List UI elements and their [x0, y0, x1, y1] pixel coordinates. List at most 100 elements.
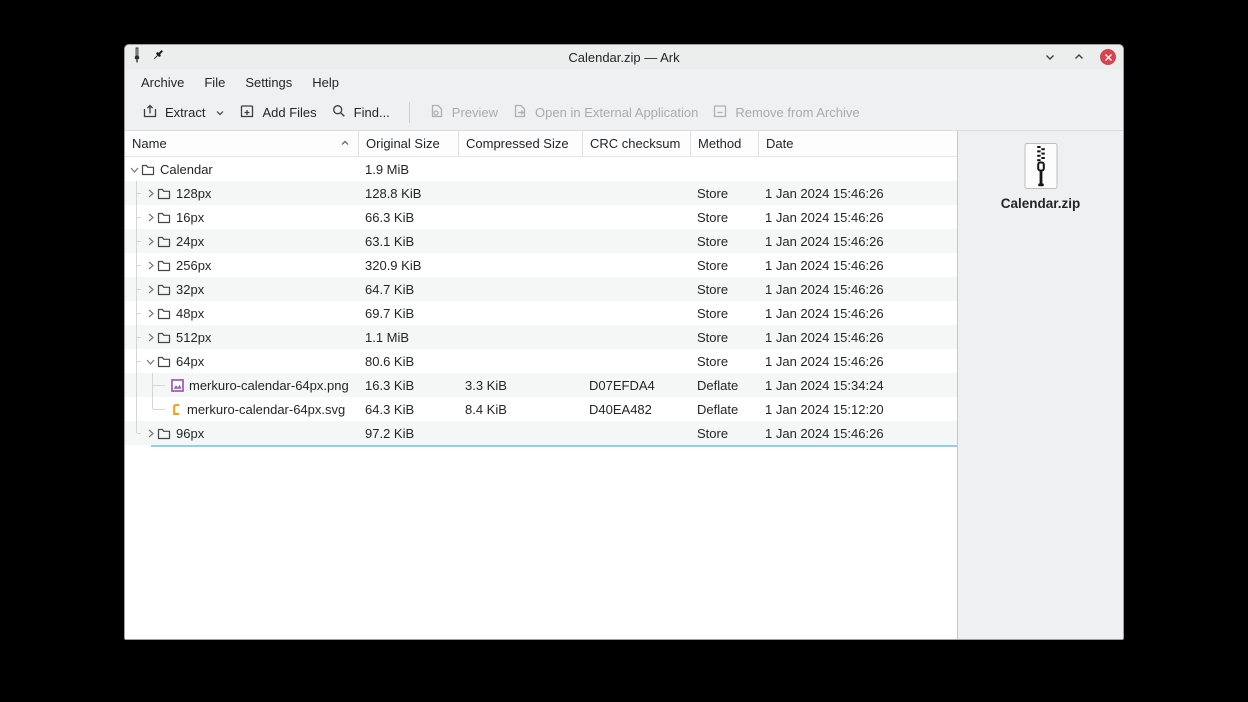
- chevron-right-icon[interactable]: [143, 284, 157, 295]
- entry-compressed-size: [458, 205, 582, 229]
- table-row[interactable]: merkuro-calendar-64px.png 16.3 KiB 3.3 KiB…: [125, 373, 957, 397]
- entry-name-cell[interactable]: 512px: [125, 325, 358, 349]
- folder-icon: [157, 355, 171, 368]
- table-row[interactable]: 64px 80.6 KiB Store 1 Jan 2024 15:46:26: [125, 349, 957, 373]
- entry-name-cell[interactable]: 32px: [125, 277, 358, 301]
- entry-name-cell[interactable]: merkuro-calendar-64px.png: [125, 373, 358, 397]
- entry-name-label: 32px: [176, 281, 205, 297]
- chevron-right-icon[interactable]: [143, 212, 157, 223]
- entry-name-cell[interactable]: 64px: [125, 349, 358, 373]
- folder-icon: [157, 187, 171, 200]
- tree-guide-line: [137, 265, 141, 266]
- entry-method: Store: [697, 353, 729, 369]
- chevron-right-icon[interactable]: [143, 332, 157, 343]
- table-body: Calendar 1.9 MiB 128px 128.8 KiB Store 1 Jan …: [125, 157, 957, 445]
- table-row[interactable]: 256px 320.9 KiB Store 1 Jan 2024 15:46:26: [125, 253, 957, 277]
- menu-help[interactable]: Help: [302, 72, 349, 93]
- folder-icon: [157, 307, 171, 320]
- find-button[interactable]: Find...: [324, 98, 397, 127]
- entry-method: Store: [697, 185, 729, 201]
- entry-name-label: 48px: [176, 305, 205, 321]
- entry-original-size: 16.3 KiB: [365, 377, 415, 393]
- preview-button[interactable]: Preview: [422, 98, 505, 127]
- add-files-label: Add Files: [262, 105, 317, 120]
- chevron-down-icon[interactable]: [127, 164, 141, 175]
- table-row[interactable]: 96px 97.2 KiB Store 1 Jan 2024 15:46:26: [125, 421, 957, 445]
- entry-name-cell[interactable]: 128px: [125, 181, 358, 205]
- tree-guide-line: [137, 193, 141, 194]
- entry-date: 1 Jan 2024 15:46:26: [765, 305, 884, 321]
- chevron-down-icon[interactable]: [143, 356, 157, 367]
- menu-archive[interactable]: Archive: [131, 72, 194, 93]
- extract-button[interactable]: Extract: [135, 98, 232, 127]
- entry-date: 1 Jan 2024 15:46:26: [765, 257, 884, 273]
- open-external-button[interactable]: Open in External Application: [505, 98, 705, 127]
- add-files-button[interactable]: Add Files: [232, 98, 323, 127]
- table-row[interactable]: 128px 128.8 KiB Store 1 Jan 2024 15:46:26: [125, 181, 957, 205]
- tree-guide-line: [137, 313, 141, 314]
- entry-method: Store: [697, 329, 729, 345]
- tree-guide-line: [137, 241, 141, 242]
- table-row[interactable]: 24px 63.1 KiB Store 1 Jan 2024 15:46:26: [125, 229, 957, 253]
- table-row[interactable]: 512px 1.1 MiB Store 1 Jan 2024 15:46:26: [125, 325, 957, 349]
- archive-tree-view[interactable]: Name Original Size Compressed Size CRC c…: [125, 131, 957, 639]
- entry-original-size: 64.3 KiB: [365, 401, 415, 417]
- extract-icon: [142, 103, 158, 122]
- table-row[interactable]: merkuro-calendar-64px.svg 64.3 KiB 8.4 KiB…: [125, 397, 957, 421]
- chevron-right-icon[interactable]: [143, 260, 157, 271]
- entry-crc-checksum: [582, 181, 690, 205]
- entry-method: Store: [697, 281, 729, 297]
- entry-original-size: 1.9 MiB: [365, 161, 410, 177]
- folder-icon: [157, 235, 171, 248]
- chevron-right-icon[interactable]: [143, 236, 157, 247]
- entry-crc-checksum: [582, 205, 690, 229]
- column-header-original-size[interactable]: Original Size: [358, 131, 458, 156]
- column-header-compressed-size[interactable]: Compressed Size: [458, 131, 582, 156]
- tree-guide-line: [136, 397, 137, 421]
- remove-from-archive-icon: [712, 103, 728, 122]
- entry-crc-checksum: [582, 301, 690, 325]
- entry-method: Deflate: [697, 377, 739, 393]
- table-row[interactable]: 48px 69.7 KiB Store 1 Jan 2024 15:46:26: [125, 301, 957, 325]
- minimize-button[interactable]: [1042, 49, 1058, 65]
- column-header-name[interactable]: Name: [125, 131, 358, 156]
- column-header-date[interactable]: Date: [758, 131, 957, 156]
- entry-crc-checksum: [582, 157, 690, 181]
- entry-name-cell[interactable]: 24px: [125, 229, 358, 253]
- entry-name-cell[interactable]: merkuro-calendar-64px.svg: [125, 397, 358, 421]
- entry-name-cell[interactable]: Calendar: [125, 157, 358, 181]
- menubar: Archive File Settings Help: [125, 69, 1123, 95]
- entry-method: Store: [697, 257, 729, 273]
- entry-method: Store: [697, 425, 729, 441]
- entry-name-cell[interactable]: 16px: [125, 205, 358, 229]
- image-file-icon: [171, 378, 184, 392]
- remove-from-archive-button[interactable]: Remove from Archive: [705, 98, 866, 127]
- column-header-crc-checksum[interactable]: CRC checksum: [582, 131, 690, 156]
- chevron-right-icon[interactable]: [143, 428, 157, 439]
- table-row[interactable]: 16px 66.3 KiB Store 1 Jan 2024 15:46:26: [125, 205, 957, 229]
- entry-date: 1 Jan 2024 15:34:24: [765, 377, 884, 393]
- tree-guide-line: [137, 433, 141, 434]
- entry-original-size: 69.7 KiB: [365, 305, 415, 321]
- entry-name-cell[interactable]: 256px: [125, 253, 358, 277]
- entry-method: Deflate: [697, 401, 739, 417]
- entry-name-cell[interactable]: 48px: [125, 301, 358, 325]
- table-row[interactable]: 32px 64.7 KiB Store 1 Jan 2024 15:46:26: [125, 277, 957, 301]
- extract-dropdown-chevron-icon[interactable]: [215, 108, 225, 118]
- column-header-method[interactable]: Method: [690, 131, 758, 156]
- chevron-right-icon[interactable]: [143, 188, 157, 199]
- remove-from-archive-label: Remove from Archive: [735, 105, 860, 120]
- chevron-right-icon[interactable]: [143, 308, 157, 319]
- entry-name-label: 512px: [176, 329, 212, 345]
- entry-name-cell[interactable]: 96px: [125, 421, 358, 445]
- entry-crc-checksum: [582, 277, 690, 301]
- folder-icon: [157, 283, 171, 296]
- entry-original-size: 128.8 KiB: [365, 185, 422, 201]
- titlebar[interactable]: Calendar.zip — Ark: [125, 45, 1123, 69]
- maximize-button[interactable]: [1071, 49, 1087, 65]
- menu-file[interactable]: File: [194, 72, 235, 93]
- entry-compressed-size: [458, 253, 582, 277]
- menu-settings[interactable]: Settings: [235, 72, 302, 93]
- close-button[interactable]: [1100, 49, 1116, 65]
- table-row[interactable]: Calendar 1.9 MiB: [125, 157, 957, 181]
